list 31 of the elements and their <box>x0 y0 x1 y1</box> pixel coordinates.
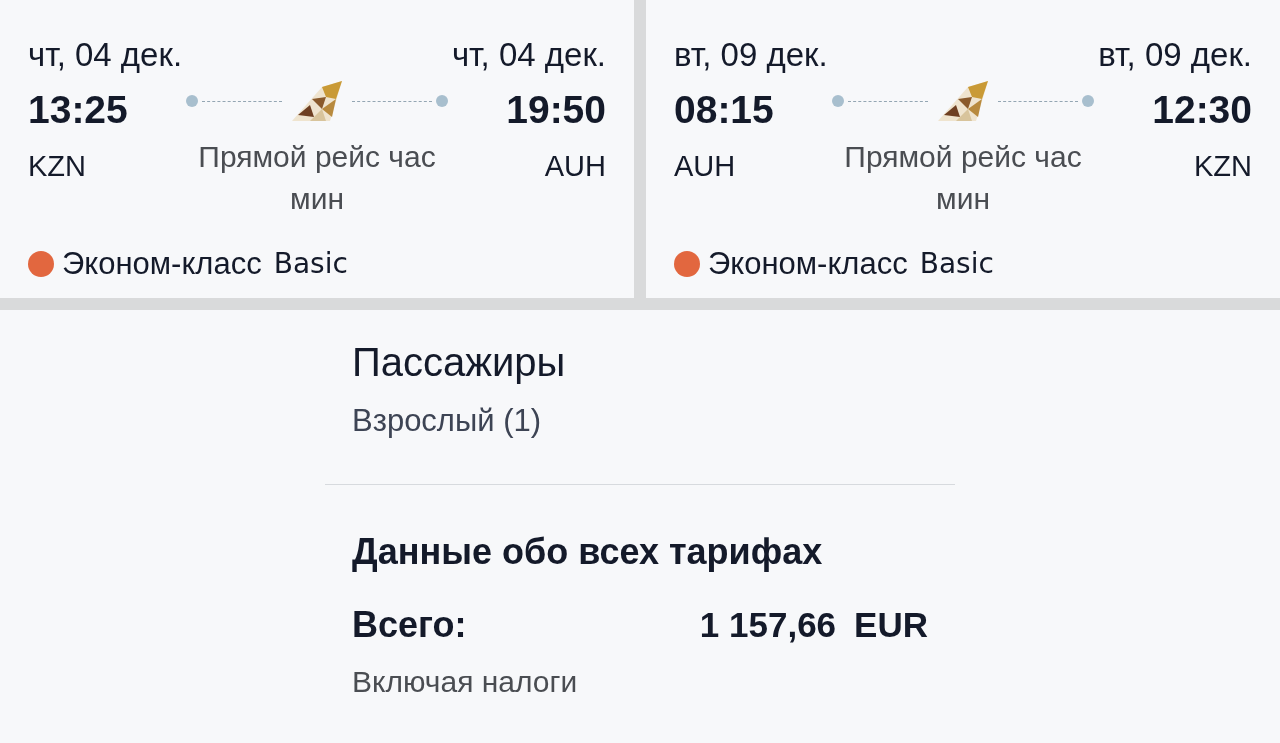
departure-airport-code: KZN <box>28 149 86 183</box>
arrival-time: 12:30 <box>1152 87 1252 133</box>
total-price: 1 157,66 <box>699 604 837 646</box>
departure-date: чт, 04 дек. <box>28 36 183 74</box>
arrival-date: чт, 04 дек. <box>451 36 606 74</box>
tail-fin-icon <box>292 81 342 121</box>
departure-airport-code: AUH <box>674 149 736 183</box>
fare-name-label: Basic <box>919 246 994 282</box>
section-title: Пассажиры <box>352 339 567 385</box>
departure-date: вт, 09 дек. <box>674 36 828 74</box>
cabin-class-label: Эконом-класс <box>708 245 908 283</box>
route-type-label: Прямой рейс час мин <box>197 139 437 217</box>
arrival-time: 19:50 <box>506 87 606 133</box>
section-title: Данные обо всех тарифах <box>352 531 824 573</box>
currency-code: EUR <box>854 604 928 646</box>
departure-time: 08:15 <box>674 87 774 133</box>
departure-time: 13:25 <box>28 87 128 133</box>
route-endpoint-dot-icon <box>435 95 448 107</box>
route-endpoint-dot-icon <box>1082 95 1095 107</box>
fare-name-label: Basic <box>273 246 348 282</box>
route-type-label: Прямой рейс час мин <box>843 139 1083 217</box>
arrival-date: вт, 09 дек. <box>1098 36 1252 74</box>
passenger-count: Взрослый (1) <box>352 403 543 439</box>
arrival-airport-code: AUH <box>544 149 606 183</box>
cabin-class-label: Эконом-класс <box>62 245 262 283</box>
tax-note: Включая налоги <box>352 665 579 699</box>
arrival-airport-code: KZN <box>1194 149 1252 183</box>
total-label: Всего: <box>352 604 467 646</box>
route-endpoint-dot-icon <box>831 95 844 107</box>
tail-fin-icon <box>938 81 988 121</box>
route-endpoint-dot-icon <box>186 95 199 107</box>
